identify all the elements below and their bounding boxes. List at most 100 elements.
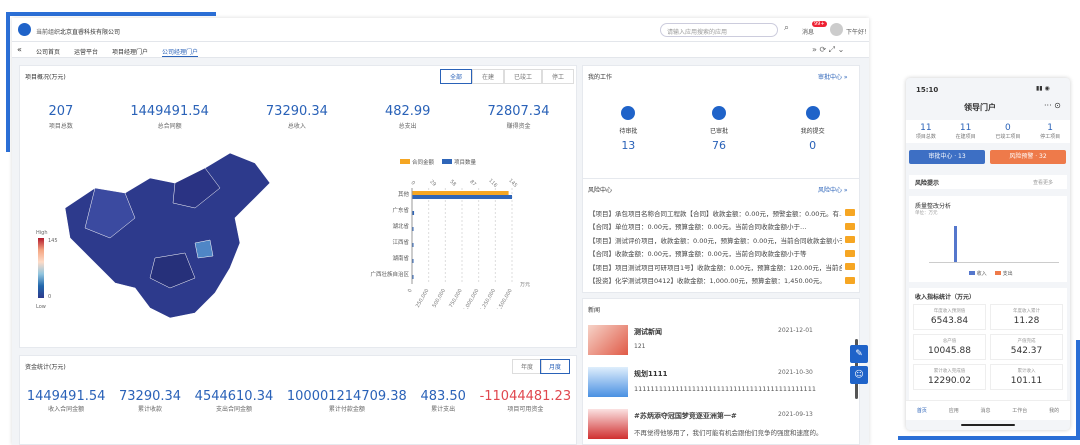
news-item-date: 2021-12-01	[778, 327, 813, 334]
search-input[interactable]: 请输入应用搜索的应用	[667, 27, 727, 36]
funds-filter-year[interactable]: 年度	[512, 359, 543, 374]
news-thumbnail	[588, 325, 628, 355]
mobile-income-grid: 年度收入预测值 6543.84 年度收入累计 11.28 总产值 10045.88 产…	[913, 304, 1063, 390]
mobile-signal-icon: ▮▮ ◉	[1036, 85, 1050, 92]
count-tick-label: 87	[468, 179, 477, 188]
news-item[interactable]: 测试新闻 2021-12-01 121	[588, 323, 850, 359]
mobile-risk-button[interactable]: 风险预警 · 32	[990, 150, 1066, 164]
my-work-card: 我的工作 审批中心 » 待审批 13 已审批 76 我的提交 0	[582, 65, 860, 191]
mobile-risk-more[interactable]: 查看更多	[1033, 179, 1053, 186]
mobile-income-cell[interactable]: 累计收入完成值 12290.02	[913, 364, 986, 390]
work-pending[interactable]: 待审批 13	[619, 106, 637, 152]
count-tick-label: 0	[409, 180, 415, 186]
avatar[interactable]	[830, 23, 843, 36]
funds-title: 资金统计(万元)	[25, 364, 66, 371]
mobile-chart-unit: 单位：万元	[915, 211, 938, 216]
greeting: 下午好！测试0001	[846, 29, 869, 36]
risk-list: 【项目】承包项目名称合同工程款【合同】收款金额：0.00元，预警金额：0.00元…	[589, 206, 855, 287]
mobile-stat[interactable]: 1 停工项目	[1040, 123, 1060, 140]
filter-stopped[interactable]: 停工	[542, 69, 575, 84]
amount-tick-label: 750,000	[448, 288, 464, 309]
bar-contract-amount	[412, 191, 509, 195]
bar-chart: 0 29 58 87 116 1450 250,000 500,000 750,0001,000…	[370, 178, 530, 309]
news-item-date: 2021-10-30	[778, 369, 813, 376]
category-label: 湖南省	[392, 254, 409, 262]
funds-available: -11044481.23 项目可用资金	[479, 389, 572, 413]
filter-all[interactable]: 全部	[440, 69, 473, 84]
mobile-nav-mine[interactable]: 我的	[1049, 407, 1059, 414]
funds-spent: 483.50 累计支出	[420, 389, 466, 413]
tab-nav-icons[interactable]: » ⟳ ⤢ ⌄	[812, 45, 844, 55]
work-approved[interactable]: 已审批 76	[710, 106, 728, 152]
funds-filter-month[interactable]: 月度	[540, 359, 571, 374]
mobile-chart-title: 质量整改分析	[915, 203, 952, 210]
news-item[interactable]: #苏炳添夺冠国梦竞逐亚洲第一# 2021-09-13 不再觉得他够用了，我们可能…	[588, 407, 850, 443]
mobile-nav-home[interactable]: 首页	[917, 407, 927, 414]
stat-earned: 72807.34 赚得资金	[487, 104, 550, 130]
mobile-stat[interactable]: 0 已竣工项目	[995, 123, 1020, 140]
search-box[interactable]: 请输入应用搜索的应用	[660, 23, 778, 37]
risk-center-link[interactable]: 风险中心 »	[818, 185, 848, 194]
tab-bar: « 公司首页 运营平台 项目经理门户 公司经理门户 » ⟳ ⤢ ⌄	[12, 42, 869, 58]
category-label: 江西省	[392, 238, 409, 246]
mobile-chart-panel: 质量整改分析 单位：万元 收入 支出	[909, 196, 1067, 282]
mobile-income-cell[interactable]: 产值完成 542.37	[990, 334, 1063, 360]
tab-ops-platform[interactable]: 运营平台	[74, 47, 98, 56]
funds-card: 资金统计(万元) 年度 月度 1449491.54 收入合同金额 73290.34…	[19, 355, 577, 445]
float-user-button[interactable]: ☺	[850, 366, 868, 384]
submitted-icon	[805, 106, 820, 120]
float-edit-button[interactable]: ✎	[850, 345, 868, 363]
count-tick-label: 116	[487, 178, 498, 189]
funds-received: 73290.34 累计收款	[119, 389, 182, 413]
mobile-income-cell[interactable]: 年度收入累计 11.28	[990, 304, 1063, 330]
mobile-income-cell[interactable]: 总产值 10045.88	[913, 334, 986, 360]
mobile-chart-axis	[929, 262, 1059, 263]
project-overview-title: 项目概况(万元)	[25, 74, 66, 81]
mobile-income-cell[interactable]: 年度收入预测值 6543.84	[913, 304, 986, 330]
search-icon[interactable]: ⌕	[784, 23, 789, 33]
message-button[interactable]: 消息	[802, 27, 814, 36]
mobile-nav-apps[interactable]: 应用	[949, 407, 959, 414]
risk-row[interactable]: 【项目】承包项目名称合同工程款【合同】收款金额：0.00元，预警金额：0.00元…	[589, 206, 855, 220]
map-legend-min: 0	[48, 294, 52, 300]
news-title: 新闻	[588, 307, 601, 314]
news-thumbnail	[588, 409, 628, 439]
count-tick-label: 58	[448, 179, 457, 188]
my-work-title: 我的工作	[588, 74, 613, 81]
risk-row[interactable]: 【合同】收款金额：0.00元，预算金额：0.00元，当前合同收款金额小于等	[589, 247, 855, 261]
risk-row[interactable]: 【项目】项目测试项目可研项目1号】收款金额：0.00元，预算金额：120.00元…	[589, 260, 855, 274]
mobile-menu-icon[interactable]: ··· ⊙	[1044, 101, 1061, 110]
mobile-nav-messages[interactable]: 消息	[980, 407, 990, 414]
mobile-income-cell[interactable]: 累计收入 101.11	[990, 364, 1063, 390]
risk-row[interactable]: 【项目】测试评价项目，收款金额：0.00元，预算金额：0.00元，当前合同收款金…	[589, 233, 855, 247]
news-item[interactable]: 规划1111 2021-10-30 1111111111111111111111…	[588, 365, 850, 401]
pending-icon	[621, 106, 636, 120]
mobile-approve-button[interactable]: 审批中心 · 13	[909, 150, 985, 164]
mobile-nav-workbench[interactable]: 工作台	[1012, 407, 1027, 414]
collapse-icon[interactable]: «	[17, 45, 22, 54]
funds-expense-contract: 4544610.34 支出合同金额	[194, 389, 274, 413]
china-map[interactable]	[55, 148, 285, 328]
filter-building[interactable]: 在建	[472, 69, 505, 84]
mobile-stat[interactable]: 11 在建项目	[956, 123, 976, 140]
approval-center-link[interactable]: 审批中心 »	[818, 72, 848, 81]
risk-row[interactable]: 【合同】单位项目：0.00元，预算金额：0.00元。当前合同收款金额小于…	[589, 220, 855, 234]
legend-count: 项目数量	[442, 158, 476, 166]
tab-pm-portal[interactable]: 项目经理门户	[112, 47, 148, 56]
news-item-title: 测试新闻	[634, 328, 662, 336]
amount-tick-label: 1,000,000	[462, 288, 480, 309]
tab-manager-portal[interactable]: 公司经理门户	[162, 47, 199, 57]
org-selector[interactable]: 北京直睿科技有限公司	[60, 27, 120, 36]
risk-row[interactable]: 【投资】化学测试项目0412】收款金额：1,000.00元，预算金额：1,450…	[589, 274, 855, 288]
tab-company-home[interactable]: 公司首页	[36, 47, 60, 56]
mobile-stat[interactable]: 11 项目总数	[916, 123, 936, 140]
mobile-time: 15:10	[916, 86, 939, 94]
news-card: 新闻 测试新闻 2021-12-01 121 规划1111 2021-10-30…	[582, 298, 860, 445]
amount-tick-label: 1,250,000	[479, 288, 497, 309]
filter-done[interactable]: 已竣工	[504, 69, 543, 84]
work-submitted[interactable]: 我的提交 0	[801, 106, 825, 152]
map-legend-bar	[38, 238, 44, 298]
risk-tag-icon	[845, 276, 855, 284]
amount-tick-label: 1,500,000	[496, 288, 514, 309]
risk-tag-icon	[845, 263, 855, 271]
